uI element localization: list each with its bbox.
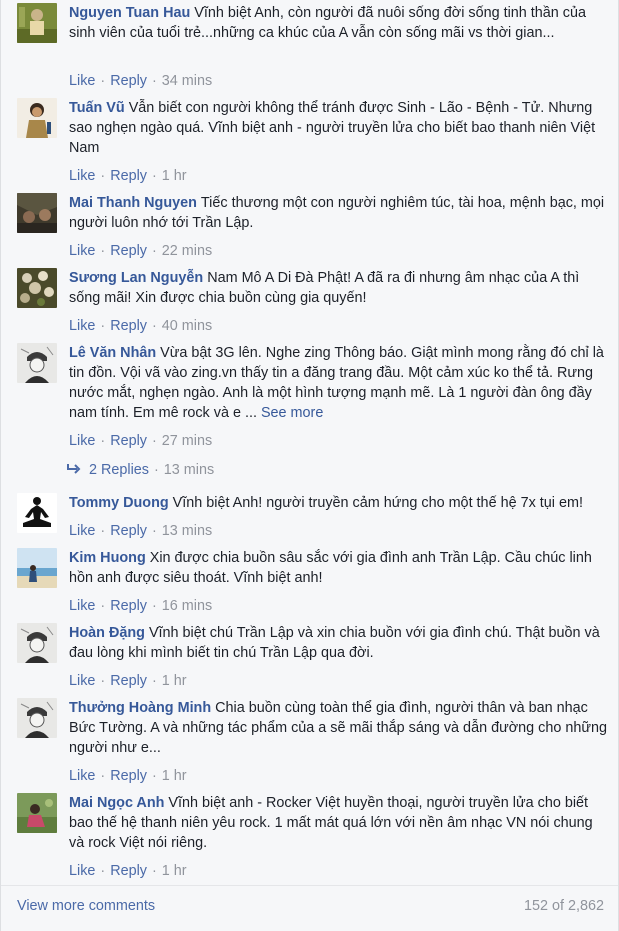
comment-author[interactable]: Mai Ngọc Anh: [69, 795, 164, 811]
sketch-avatar-icon: [17, 623, 57, 663]
comment-author[interactable]: Thưởng Hoàng Minh: [69, 700, 211, 716]
comment-actions: Like · Reply · 16 mins: [69, 598, 213, 614]
avatar[interactable]: [17, 548, 57, 588]
photo-avatar-icon: [17, 268, 57, 308]
avatar[interactable]: [17, 98, 57, 138]
comment-body: Kim Huong Xin được chia buồn sâu sắc với …: [69, 548, 610, 588]
avatar[interactable]: [17, 3, 57, 43]
comment-time[interactable]: 34 mins: [162, 73, 212, 89]
like-link[interactable]: Like: [69, 673, 95, 689]
comment-text: Xin được chia buồn sâu sắc với gia đình …: [69, 550, 592, 586]
comment-body: Nguyen Tuan Hau Vĩnh biệt Anh, còn người …: [69, 3, 610, 43]
comment-text: Vẫn biết con người không thể tránh được …: [69, 100, 596, 156]
comment-time[interactable]: 1 hr: [162, 863, 187, 879]
avatar[interactable]: [17, 193, 57, 233]
comment-actions: Like · Reply · 22 mins: [69, 243, 213, 259]
view-replies-link[interactable]: 2 Replies · 13 mins: [67, 461, 214, 479]
comments-footer: View more comments 152 of 2,862: [1, 885, 618, 930]
comment-count: 152 of 2,862: [523, 898, 604, 914]
comment-actions: Like · Reply · 1 hr: [69, 673, 187, 689]
replies-time: 13 mins: [163, 462, 215, 478]
sketch-avatar-icon: [17, 698, 57, 738]
reply-link[interactable]: Reply: [110, 243, 147, 259]
avatar[interactable]: [17, 698, 57, 738]
comment-author[interactable]: Sương Lan Nguyễn: [69, 270, 203, 286]
comment-actions: Like · Reply · 34 mins: [69, 73, 213, 89]
photo-avatar-icon: [17, 793, 57, 833]
comment-author[interactable]: Lê Văn Nhân: [69, 345, 156, 361]
comment-body: Thưởng Hoàng Minh Chia buồn cùng toàn thể…: [69, 698, 610, 758]
comment-time[interactable]: 40 mins: [162, 318, 212, 334]
comment-author[interactable]: Tommy Duong: [69, 495, 169, 511]
comment-text: Vĩnh biệt chú Trần Lập và xin chia buồn …: [69, 625, 600, 661]
like-link[interactable]: Like: [69, 863, 95, 879]
like-link[interactable]: Like: [69, 768, 95, 784]
like-link[interactable]: Like: [69, 598, 95, 614]
comment-author[interactable]: Hoàn Đặng: [69, 625, 145, 641]
reply-arrow-icon: [67, 461, 81, 479]
replies-label[interactable]: 2 Replies: [89, 462, 149, 478]
comment-time[interactable]: 27 mins: [162, 433, 212, 449]
comment-body: Sương Lan Nguyễn Nam Mô A Di Đà Phật! A đ…: [69, 268, 610, 308]
reply-link[interactable]: Reply: [110, 73, 147, 89]
comment-author[interactable]: Nguyen Tuan Hau: [69, 5, 190, 21]
photo-avatar-icon: [17, 3, 57, 43]
reply-link[interactable]: Reply: [110, 673, 147, 689]
like-link[interactable]: Like: [69, 243, 95, 259]
see-more-link[interactable]: See more: [261, 405, 323, 421]
like-link[interactable]: Like: [69, 168, 95, 184]
photo-avatar-icon: [17, 98, 57, 138]
comment-body: Mai Ngọc Anh Vĩnh biệt anh - Rocker Việt …: [69, 793, 610, 853]
reply-link[interactable]: Reply: [110, 168, 147, 184]
comment-actions: Like · Reply · 1 hr: [69, 768, 187, 784]
comment-author[interactable]: Kim Huong: [69, 550, 146, 566]
photo-avatar-icon: [17, 193, 57, 233]
comment-body: Hoàn Đặng Vĩnh biệt chú Trần Lập và xin c…: [69, 623, 610, 663]
reply-link[interactable]: Reply: [110, 768, 147, 784]
reply-link[interactable]: Reply: [110, 433, 147, 449]
comment-author[interactable]: Mai Thanh Nguyen: [69, 195, 197, 211]
avatar[interactable]: [17, 343, 57, 383]
comment-body: Tuấn Vũ Vẫn biết con người không thể trán…: [69, 98, 610, 158]
reply-link[interactable]: Reply: [110, 318, 147, 334]
comment-time[interactable]: 16 mins: [162, 598, 212, 614]
sketch-avatar-icon: [17, 343, 57, 383]
comment-actions: Like · Reply · 13 mins: [69, 523, 213, 539]
comment-text: Vĩnh biệt Anh! người truyền cảm hứng cho…: [172, 495, 583, 511]
comment-time[interactable]: 13 mins: [162, 523, 212, 539]
reply-link[interactable]: Reply: [110, 863, 147, 879]
like-link[interactable]: Like: [69, 73, 95, 89]
comment-actions: Like · Reply · 1 hr: [69, 863, 187, 879]
avatar[interactable]: [17, 493, 57, 533]
view-more-comments-link[interactable]: View more comments: [17, 898, 155, 914]
meditation-avatar-icon: [17, 493, 57, 533]
comment-actions: Like · Reply · 1 hr: [69, 168, 187, 184]
beach-avatar-icon: [17, 548, 57, 588]
reply-link[interactable]: Reply: [110, 598, 147, 614]
comment-actions: Like · Reply · 27 mins: [69, 433, 213, 449]
comment-body: Tommy Duong Vĩnh biệt Anh! người truyền c…: [69, 493, 610, 513]
like-link[interactable]: Like: [69, 523, 95, 539]
comment-body: Mai Thanh Nguyen Tiếc thương một con ngườ…: [69, 193, 610, 233]
avatar[interactable]: [17, 268, 57, 308]
comment-body: Lê Văn Nhân Vừa bật 3G lên. Nghe zing Thô…: [69, 343, 610, 423]
comment-time[interactable]: 22 mins: [162, 243, 212, 259]
comment-author[interactable]: Tuấn Vũ: [69, 100, 125, 116]
comment-time[interactable]: 1 hr: [162, 168, 187, 184]
like-link[interactable]: Like: [69, 433, 95, 449]
avatar[interactable]: [17, 793, 57, 833]
comment-time[interactable]: 1 hr: [162, 673, 187, 689]
comment-time[interactable]: 1 hr: [162, 768, 187, 784]
reply-link[interactable]: Reply: [110, 523, 147, 539]
comments-panel: Nguyen Tuan Hau Vĩnh biệt Anh, còn người …: [0, 0, 619, 931]
avatar[interactable]: [17, 623, 57, 663]
like-link[interactable]: Like: [69, 318, 95, 334]
comment-actions: Like · Reply · 40 mins: [69, 318, 213, 334]
